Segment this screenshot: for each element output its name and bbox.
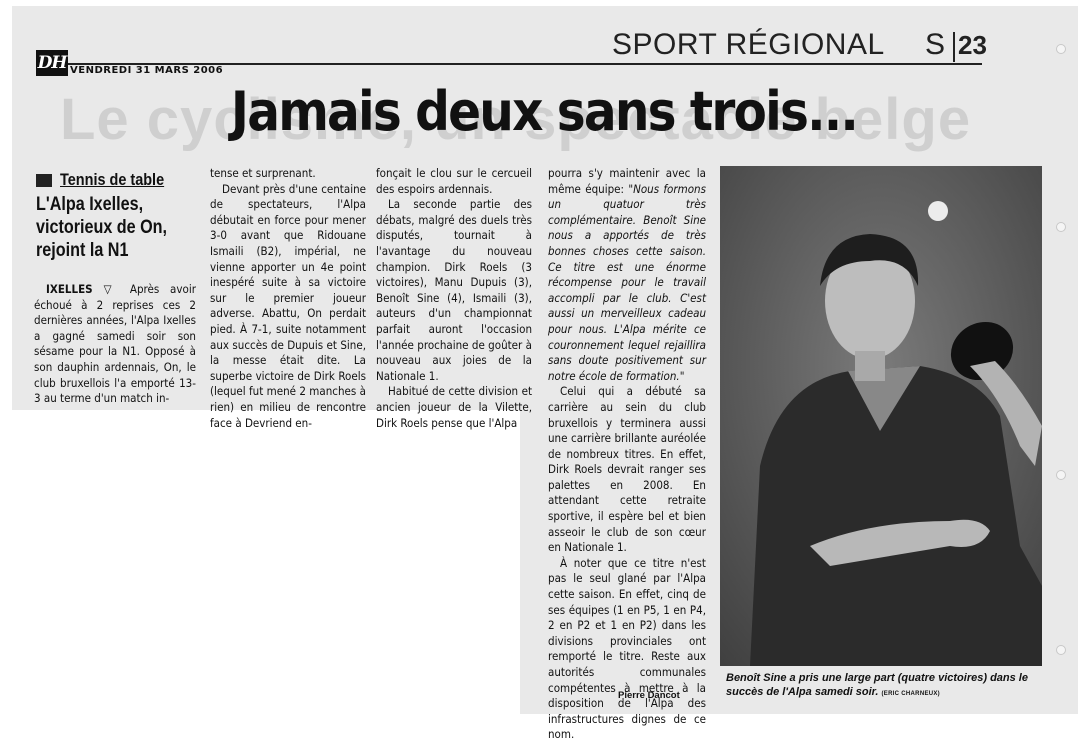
headline: Jamais deux sans trois... bbox=[230, 80, 859, 143]
subheadline: L'Alpa Ixelles, victorieux de On, rejoin… bbox=[36, 194, 168, 261]
paragraph: tense et surprenant. bbox=[210, 166, 316, 180]
paragraph: Après avoir échoué à 2 reprises ces 2 de… bbox=[34, 282, 196, 406]
section-letter: S bbox=[925, 28, 946, 61]
kicker-label: Tennis de table bbox=[60, 170, 165, 189]
page-number-divider bbox=[953, 32, 955, 62]
issue-date: VENDREDI 31 MARS 2006 bbox=[70, 65, 224, 76]
paragraph: La seconde partie des débats, malgré des… bbox=[376, 197, 532, 383]
dh-logo: DH bbox=[36, 50, 68, 76]
paragraph: fonçait le clou sur le cercueil des espo… bbox=[376, 166, 532, 196]
punch-hole bbox=[1056, 470, 1066, 480]
paragraph: Devant près d'une centaine de spectateur… bbox=[210, 181, 366, 430]
table-tennis-player-image bbox=[720, 166, 1042, 666]
punch-hole bbox=[1056, 222, 1066, 232]
blank-area bbox=[12, 410, 520, 714]
dateline: IXELLES ▽ bbox=[46, 282, 120, 296]
kicker: Tennis de table bbox=[36, 170, 183, 190]
ball-icon bbox=[928, 201, 948, 221]
quote: "Nous formons un quatuor très complément… bbox=[548, 181, 706, 383]
photo-credit: (ERIC CHARNEUX) bbox=[881, 691, 940, 697]
caption-text: Benoît Sine a pris une large part (quatr… bbox=[726, 672, 1028, 698]
player-photo bbox=[720, 166, 1042, 666]
article-column-4: pourra s'y maintenir avec la même équipe… bbox=[548, 166, 706, 743]
article-column-3: fonçait le clou sur le cercueil des espo… bbox=[376, 166, 532, 431]
photo-caption: Benoît Sine a pris une large part (quatr… bbox=[726, 671, 1046, 701]
article-column-1: IXELLES ▽ Après avoir échoué à 2 reprise… bbox=[34, 282, 196, 407]
kicker-square-icon bbox=[36, 173, 52, 187]
article-column-2: tense et surprenant. Devant près d'une c… bbox=[210, 166, 366, 431]
paragraph: À noter que ce titre n'est pas le seul g… bbox=[548, 555, 706, 742]
punch-hole bbox=[1056, 44, 1066, 54]
section-title: SPORT RÉGIONAL bbox=[612, 28, 885, 61]
byline: Pierre Dancot bbox=[618, 690, 680, 701]
paragraph: Habitué de cette division et ancien joue… bbox=[376, 384, 532, 430]
page-number: 23 bbox=[958, 30, 987, 60]
paragraph: Celui qui a débuté sa carrière au sein d… bbox=[548, 384, 706, 555]
punch-hole bbox=[1056, 645, 1066, 655]
